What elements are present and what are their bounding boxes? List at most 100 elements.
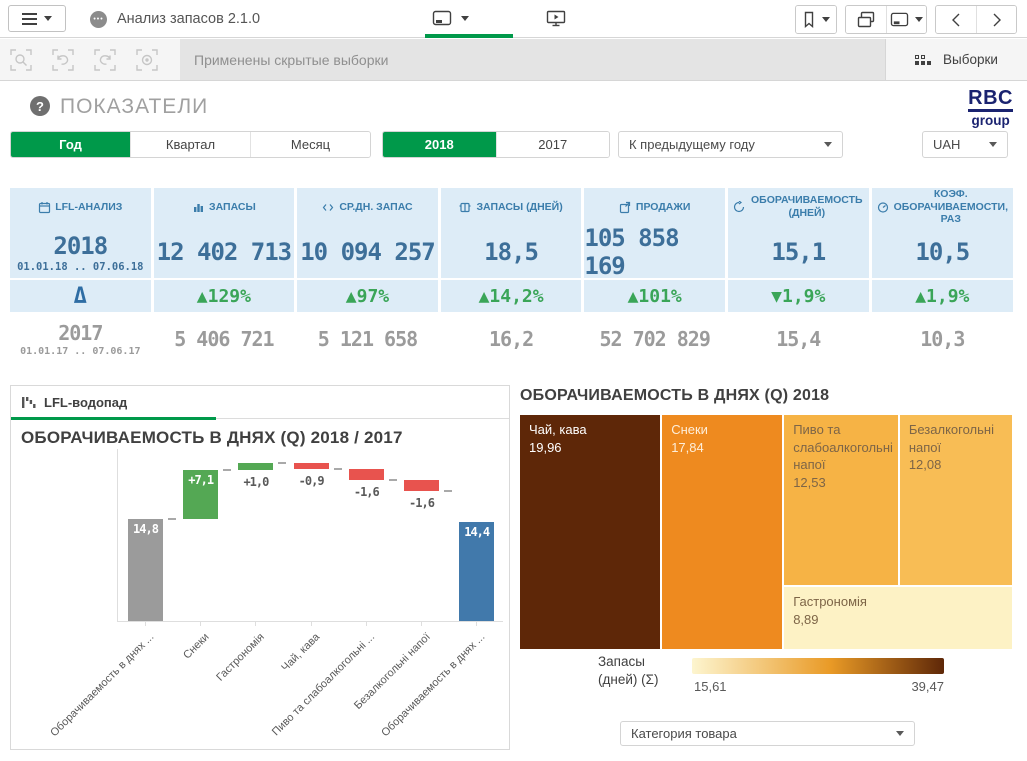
sheet-selector-button[interactable] <box>432 0 469 36</box>
waterfall-bar[interactable] <box>404 480 439 491</box>
waterfall-bar[interactable] <box>238 463 273 470</box>
storytelling-button[interactable] <box>546 0 566 36</box>
kpi-value: 201801.01.18 .. 07.06.18 <box>10 226 151 278</box>
bar-value-label: -1,6 <box>339 485 394 499</box>
kpi-previous-value: 201701.01.17 .. 07.06.17 <box>10 312 151 366</box>
treemap-tile[interactable]: Пиво та слабоалкогольні напої12,53 <box>784 415 898 585</box>
tile-name: Безалкогольні напої <box>909 421 1003 456</box>
tile-value: 12,08 <box>909 456 1003 474</box>
tile-name: Чай, кава <box>529 421 651 439</box>
filter-button-2017[interactable]: 2017 <box>496 132 610 157</box>
undo-selection-icon[interactable] <box>52 49 74 71</box>
waterfall-bar[interactable]: 14,8 <box>128 519 163 621</box>
kpi-delta: ▲101% <box>584 280 725 312</box>
global-menu-button[interactable] <box>8 5 66 32</box>
kpi-label: ОБОРАЧИВАЕМОСТЬ (ДНЕЙ) <box>750 194 864 219</box>
navbar-right-buttons <box>795 5 1017 34</box>
clear-selections-icon[interactable] <box>136 49 158 71</box>
kpi-previous-value: 10,3 <box>872 312 1013 366</box>
x-axis-tick <box>421 622 422 626</box>
app-logo-icon[interactable]: ••• <box>90 11 107 28</box>
redo-selection-icon[interactable] <box>94 49 116 71</box>
kpi-header: СР.ДН. ЗАПАС <box>297 188 438 226</box>
treemap-legend-label: Запасы (дней) (Σ) <box>598 653 658 688</box>
kpi-value: 105 858 169 <box>584 226 725 278</box>
waterfall-bar[interactable] <box>349 469 384 480</box>
help-icon[interactable]: ? <box>30 96 50 116</box>
waterfall-bar[interactable]: +7,1 <box>183 470 218 519</box>
x-axis-tick <box>200 622 201 626</box>
kpi-column-5: ОБОРАЧИВАЕМОСТЬ (ДНЕЙ)15,1▼1,9%15,4 <box>728 188 869 366</box>
tile-value: 8,89 <box>793 611 1003 629</box>
kpi-delta: ▲129% <box>154 280 295 312</box>
sheets-icon <box>857 11 875 28</box>
waterfall-bar[interactable]: 14,4 <box>459 522 494 621</box>
next-sheet-button[interactable] <box>976 6 1016 33</box>
connector-dash <box>389 479 397 481</box>
currency-value: UAH <box>933 137 960 152</box>
kpi-column-6: КОЭФ. ОБОРАЧИВАЕМОСТИ, РАЗ10,5▲1,9%10,3 <box>872 188 1013 366</box>
kpi-delta: Δ <box>10 280 151 312</box>
kpi-previous-period: 01.01.17 .. 07.06.17 <box>20 346 140 357</box>
selections-grid-icon <box>915 55 931 65</box>
tile-name: Гастрономія <box>793 593 1003 611</box>
currency-dropdown[interactable]: UAH <box>922 131 1008 158</box>
treemap-tile[interactable]: Чай, кава19,96 <box>520 415 660 649</box>
tile-value: 12,53 <box>793 474 889 492</box>
app-identity: ••• Анализ запасов 2.1.0 <box>90 0 260 38</box>
bar-value-label: 14,8 <box>128 522 163 536</box>
kpi-label: ЗАПАСЫ <box>209 201 256 214</box>
code-icon <box>322 201 335 214</box>
kpi-value: 15,1 <box>728 226 869 278</box>
kpi-previous-value: 15,4 <box>728 312 869 366</box>
category-dropdown[interactable]: Категория товара <box>620 721 915 746</box>
external-link-icon <box>619 201 632 214</box>
kpi-column-3: ЗАПАСЫ (ДНЕЙ)18,5▲14,2%16,2 <box>441 188 582 366</box>
treemap-tile[interactable]: Безалкогольні напої12,08 <box>900 415 1012 585</box>
waterfall-bar[interactable] <box>294 463 329 469</box>
connector-dash <box>444 490 452 492</box>
waterfall-title: ОБОРАЧИВАЕМОСТЬ В ДНЯХ (Q) 2018 / 2017 <box>21 428 403 448</box>
kpi-header: ЗАПАСЫ <box>154 188 295 226</box>
legend-label-line2: (дней) (Σ) <box>598 671 658 689</box>
treemap-title: ОБОРАЧИВАЕМОСТЬ В ДНЯХ (Q) 2018 <box>520 387 829 405</box>
rbc-group-logo: RBC group <box>968 88 1013 128</box>
bar-value-label: 14,4 <box>459 525 494 539</box>
sheet-list-button[interactable] <box>886 6 926 33</box>
chevron-down-icon <box>989 142 997 147</box>
x-axis-category-label: Чай, кава <box>279 631 322 674</box>
x-axis-tick <box>366 622 367 626</box>
filter-button-quarter[interactable]: Квартал <box>130 132 250 157</box>
kpi-column-2: СР.ДН. ЗАПАС10 094 257▲97%5 121 658 <box>297 188 438 366</box>
smart-search-icon[interactable] <box>10 49 32 71</box>
filter-button-month[interactable]: Месяц <box>250 132 370 157</box>
tile-value: 19,96 <box>529 439 651 457</box>
current-selections-bar: Применены скрытые выборки <box>180 39 885 80</box>
treemap-tile[interactable]: Гастрономія8,89 <box>784 587 1012 649</box>
tab-lfl-waterfall[interactable]: LFL-водопад <box>44 395 127 410</box>
logo-line2: group <box>968 114 1013 128</box>
filter-button-2018[interactable]: 2018 <box>383 132 496 157</box>
compare-period-dropdown[interactable]: К предыдущему году <box>618 131 843 158</box>
selections-toolbar: Применены скрытые выборки Выборки <box>0 39 1027 81</box>
days-icon <box>459 201 472 214</box>
waterfall-chart-icon <box>21 395 36 410</box>
kpi-header: LFL-АНАЛИЗ <box>10 188 151 226</box>
bookmarks-button[interactable] <box>796 6 836 33</box>
treemap-tile[interactable]: Снеки17,84 <box>662 415 782 649</box>
kpi-delta: ▲97% <box>297 280 438 312</box>
chevron-down-icon <box>822 17 830 22</box>
bar-value-label: -1,6 <box>394 496 449 510</box>
legend-max-value: 39,47 <box>902 679 944 694</box>
kpi-value: 10 094 257 <box>297 226 438 278</box>
kpi-value: 18,5 <box>441 226 582 278</box>
waterfall-tabbar: LFL-водопад <box>11 386 509 419</box>
filter-button-year[interactable]: Год <box>11 132 130 157</box>
year-segmented-control: 2018 2017 <box>382 131 610 158</box>
previous-sheet-button[interactable] <box>936 6 976 33</box>
treemap-chart: Чай, кава19,96Снеки17,84Пиво та слабоалк… <box>520 415 1012 649</box>
sheets-overview-button[interactable] <box>846 6 886 33</box>
app-title: Анализ запасов 2.1.0 <box>117 11 260 27</box>
selections-tool-button[interactable]: Выборки <box>885 39 1027 80</box>
legend-min-value: 15,61 <box>694 679 727 694</box>
